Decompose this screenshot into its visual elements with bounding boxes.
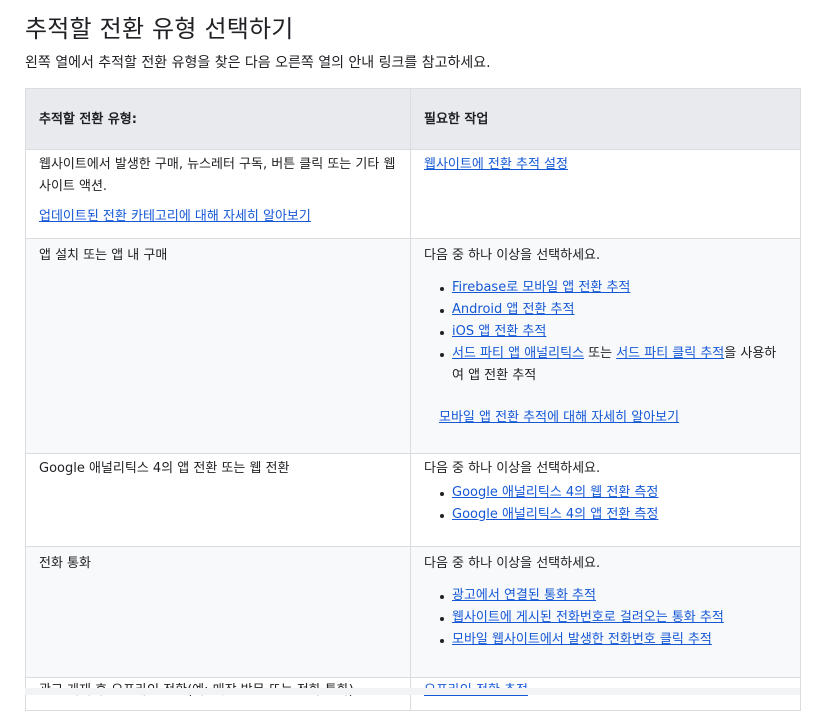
page-title: 추적할 전환 유형 선택하기 [25,15,294,43]
list-item: 모바일 웹사이트에서 발생한 전화번호 클릭 추적 [439,629,787,651]
third-party-click-tracking-link[interactable]: 서드 파티 클릭 추적 [616,346,724,361]
table-row: 전화 통화 다음 중 하나 이상을 선택하세요. 광고에서 연결된 통화 추적 … [25,546,801,678]
list-item-text: 또는 [584,346,617,361]
list-item: Google 애널리틱스 4의 앱 전환 측정 [439,504,787,526]
list-item: Firebase로 모바일 앱 전환 추적 [439,277,787,299]
table-header-row: 추적할 전환 유형: 필요한 작업 [25,88,801,150]
list-item: iOS 앱 전환 추적 [439,321,787,343]
ios-app-conversion-link[interactable]: iOS 앱 전환 추적 [452,324,546,339]
action-intro-text: 다음 중 하나 이상을 선택하세요. [424,461,601,476]
conversion-type-text: 웹사이트에서 발생한 구매, 뉴스레터 구독, 버튼 클릭 또는 기타 웹사이트… [39,157,396,194]
cell-conversion-type: 웹사이트에서 발생한 구매, 뉴스레터 구독, 버튼 클릭 또는 기타 웹사이트… [25,149,411,239]
conversion-type-text: 전화 통화 [39,556,91,571]
action-list: Firebase로 모바일 앱 전환 추적 Android 앱 전환 추적 iO… [424,277,787,387]
column-header-type: 추적할 전환 유형: [25,88,411,150]
list-item: Google 애널리틱스 4의 웹 전환 측정 [439,482,787,504]
mobile-phone-click-tracking-link[interactable]: 모바일 웹사이트에서 발생한 전화번호 클릭 추적 [452,632,712,647]
ga4-app-conversion-link[interactable]: Google 애널리틱스 4의 앱 전환 측정 [452,507,658,522]
ad-call-tracking-link[interactable]: 광고에서 연결된 통화 추적 [452,588,596,603]
column-header-action: 필요한 작업 [410,88,801,150]
cell-conversion-type: 전화 통화 [25,546,411,678]
cell-required-action: 다음 중 하나 이상을 선택하세요. Firebase로 모바일 앱 전환 추적… [410,238,801,454]
next-section-edge [25,688,800,695]
list-item: 광고에서 연결된 통화 추적 [439,585,787,607]
conversion-type-text: 앱 설치 또는 앱 내 구매 [39,248,168,263]
help-article: 추적할 전환 유형 선택하기 왼쪽 열에서 추적할 전환 유형을 찾은 다음 오… [0,0,815,711]
conversion-type-table: 추적할 전환 유형: 필요한 작업 웹사이트에서 발생한 구매, 뉴스레터 구독… [25,88,801,711]
cell-required-action: 다음 중 하나 이상을 선택하세요. 광고에서 연결된 통화 추적 웹사이트에 … [410,546,801,678]
firebase-app-conversion-link[interactable]: Firebase로 모바일 앱 전환 추적 [452,280,630,295]
learn-conversion-categories-link[interactable]: 업데이트된 전환 카테고리에 대해 자세히 알아보기 [39,209,311,224]
ga4-web-conversion-link[interactable]: Google 애널리틱스 4의 웹 전환 측정 [452,485,658,500]
android-app-conversion-link[interactable]: Android 앱 전환 추적 [452,302,574,317]
table-row: 웹사이트에서 발생한 구매, 뉴스레터 구독, 버튼 클릭 또는 기타 웹사이트… [25,149,801,239]
cell-conversion-type: 앱 설치 또는 앱 내 구매 [25,238,411,454]
list-item: 서드 파티 앱 애널리틱스 또는 서드 파티 클릭 추적을 사용하여 앱 전환 … [439,343,787,387]
website-phone-call-tracking-link[interactable]: 웹사이트에 게시된 전화번호로 걸려오는 통화 추적 [452,610,724,625]
cell-conversion-type: Google 애널리틱스 4의 앱 전환 또는 웹 전환 [25,453,411,547]
third-party-app-analytics-link[interactable]: 서드 파티 앱 애널리틱스 [452,346,584,361]
cell-required-action: 웹사이트에 전환 추적 설정 [410,149,801,239]
intro-text: 왼쪽 열에서 추적할 전환 유형을 찾은 다음 오른쪽 열의 안내 링크를 참고… [25,55,491,71]
table-row: Google 애널리틱스 4의 앱 전환 또는 웹 전환 다음 중 하나 이상을… [25,453,801,547]
action-list: 광고에서 연결된 통화 추적 웹사이트에 게시된 전화번호로 걸려오는 통화 추… [424,585,787,651]
table-row: 앱 설치 또는 앱 내 구매 다음 중 하나 이상을 선택하세요. Fireba… [25,238,801,454]
learn-mobile-app-tracking-link[interactable]: 모바일 앱 전환 추적에 대해 자세히 알아보기 [439,410,679,425]
conversion-type-text: Google 애널리틱스 4의 앱 전환 또는 웹 전환 [39,461,290,476]
action-list: Google 애널리틱스 4의 웹 전환 측정 Google 애널리틱스 4의 … [424,482,787,526]
action-intro-text: 다음 중 하나 이상을 선택하세요. [424,556,601,571]
action-intro-text: 다음 중 하나 이상을 선택하세요. [424,248,601,263]
list-item: 웹사이트에 게시된 전화번호로 걸려오는 통화 추적 [439,607,787,629]
cell-required-action: 다음 중 하나 이상을 선택하세요. Google 애널리틱스 4의 웹 전환 … [410,453,801,547]
website-conversion-setup-link[interactable]: 웹사이트에 전환 추적 설정 [424,157,568,172]
list-item: Android 앱 전환 추적 [439,299,787,321]
